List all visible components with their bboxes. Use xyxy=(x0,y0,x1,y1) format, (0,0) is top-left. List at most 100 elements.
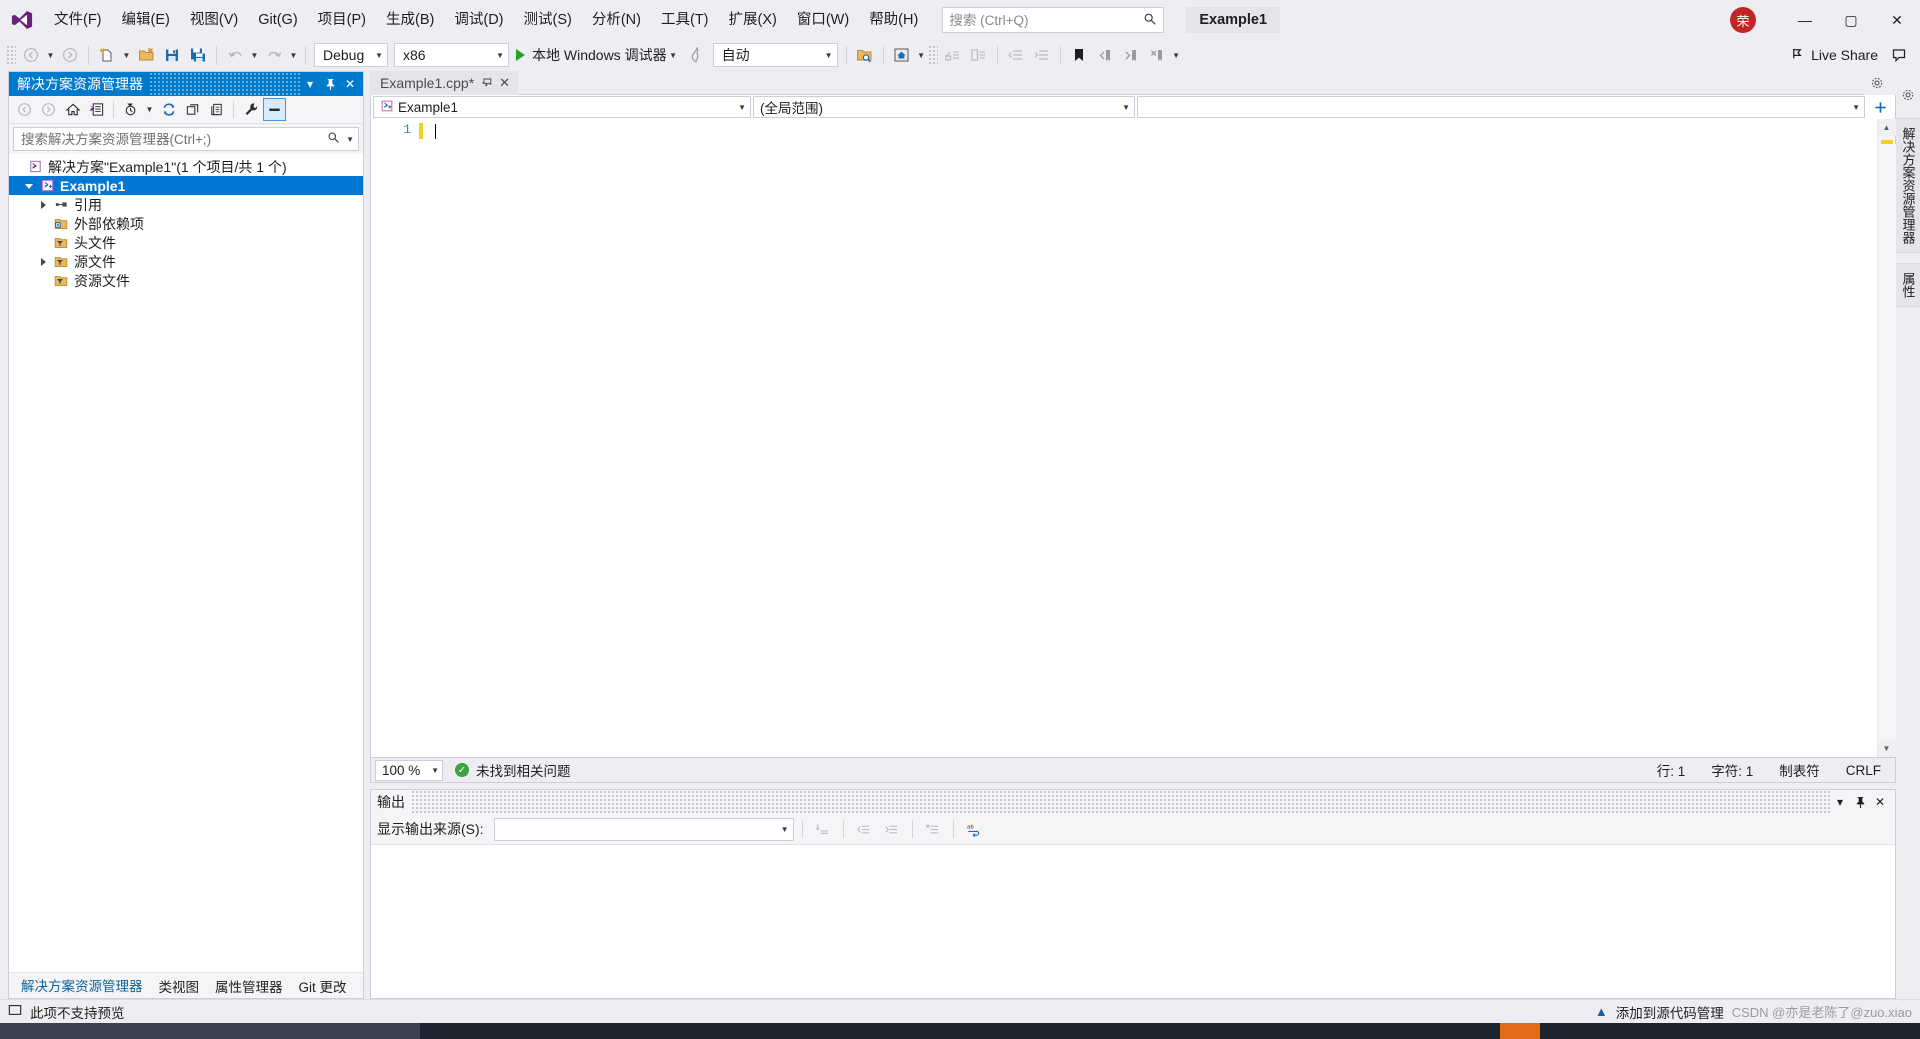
filter-chevron-down-icon[interactable]: ▼ xyxy=(143,97,156,123)
solution-configuration-combo[interactable]: Debug ▼ xyxy=(314,43,388,67)
tree-item-source-files[interactable]: 源文件 xyxy=(9,252,363,271)
properties-wrench-icon[interactable] xyxy=(239,98,262,121)
panel-drag-dots[interactable] xyxy=(411,790,1831,814)
expander-collapsed-icon[interactable] xyxy=(35,257,51,266)
back-history-chevron-down-icon[interactable]: ▼ xyxy=(44,42,57,68)
tree-item-project-example1[interactable]: Example1 xyxy=(9,176,363,195)
navbar-scope-combo[interactable]: (全局范围) ▼ xyxy=(753,96,1135,118)
start-debugging-button[interactable]: 本地 Windows 调试器 ▼ xyxy=(512,42,684,68)
source-control-text[interactable]: 添加到源代码管理 xyxy=(1616,1002,1724,1022)
back-icon[interactable] xyxy=(13,98,36,121)
scroll-up-arrow-icon[interactable]: ▲ xyxy=(1877,119,1896,136)
line-ending-indicator[interactable]: CRLF xyxy=(1846,763,1881,778)
bookmark-icon[interactable] xyxy=(1066,42,1092,68)
output-source-combo[interactable]: ▼ xyxy=(493,817,794,841)
panel-pin-icon[interactable] xyxy=(321,74,339,94)
menu-item-extensions[interactable]: 扩展(X) xyxy=(719,0,787,40)
save-all-icon[interactable] xyxy=(185,42,211,68)
add-icon[interactable] xyxy=(1867,94,1893,120)
menu-item-window[interactable]: 窗口(W) xyxy=(787,0,859,40)
home-icon[interactable] xyxy=(61,98,84,121)
previous-message-icon[interactable] xyxy=(852,817,876,841)
uncomment-selection-icon[interactable] xyxy=(966,42,992,68)
tab-class-view[interactable]: 类视图 xyxy=(151,972,208,1000)
refresh-icon[interactable] xyxy=(157,98,180,121)
scrollbar-track[interactable] xyxy=(1877,144,1896,740)
menu-item-help[interactable]: 帮助(H) xyxy=(859,0,928,40)
live-share-button[interactable]: Live Share xyxy=(1782,43,1886,67)
search-options-chevron-down-icon[interactable]: ▼ xyxy=(340,135,354,144)
editor-tab-example1-cpp[interactable]: Example1.cpp* ✕ xyxy=(370,71,519,95)
menu-item-debug[interactable]: 调试(D) xyxy=(444,0,513,40)
solution-platform-combo[interactable]: x86 ▼ xyxy=(394,43,509,67)
tab-property-manager[interactable]: 属性管理器 xyxy=(207,972,291,1000)
find-in-files-icon[interactable] xyxy=(852,42,878,68)
clear-all-icon[interactable] xyxy=(921,817,945,841)
menu-item-view[interactable]: 视图(V) xyxy=(180,0,248,40)
comment-selection-icon[interactable] xyxy=(940,42,966,68)
open-folder-icon[interactable] xyxy=(133,42,159,68)
solution-view-icon[interactable] xyxy=(85,98,108,121)
arrow-forward-icon[interactable] xyxy=(57,42,83,68)
forward-icon[interactable] xyxy=(37,98,60,121)
next-bookmark-icon[interactable] xyxy=(1118,42,1144,68)
menu-item-tools[interactable]: 工具(T) xyxy=(651,0,719,40)
output-text-area[interactable] xyxy=(371,844,1895,998)
solution-explorer-search-input[interactable] xyxy=(21,131,328,147)
toolbar-grip[interactable] xyxy=(927,45,938,65)
solution-home-chevron-down-icon[interactable]: ▼ xyxy=(915,42,928,68)
word-wrap-icon[interactable]: ab xyxy=(962,817,986,841)
pending-changes-filter-icon[interactable] xyxy=(119,98,142,121)
code-line[interactable] xyxy=(419,122,1877,140)
search-input[interactable] xyxy=(949,12,1144,28)
close-button[interactable]: ✕ xyxy=(1874,0,1920,40)
save-icon[interactable] xyxy=(159,42,185,68)
next-message-icon[interactable] xyxy=(880,817,904,841)
new-file-chevron-down-icon[interactable]: ▼ xyxy=(120,42,133,68)
tree-item-resource-files[interactable]: 资源文件 xyxy=(9,271,363,290)
expander-collapsed-icon[interactable] xyxy=(35,200,51,209)
solution-home-icon[interactable] xyxy=(889,42,915,68)
tree-item-external-dependencies[interactable]: 外部依赖项 xyxy=(9,214,363,233)
indent-mode-indicator[interactable]: 制表符 xyxy=(1779,760,1820,780)
menu-item-file[interactable]: 文件(F) xyxy=(44,0,112,40)
start-debugging-chevron-down-icon[interactable]: ▼ xyxy=(667,42,680,68)
tree-item-references[interactable]: 引用 xyxy=(9,195,363,214)
solution-explorer-search[interactable]: ▼ xyxy=(13,127,359,151)
menu-item-project[interactable]: 项目(P) xyxy=(308,0,376,40)
go-to-message-icon[interactable] xyxy=(811,817,835,841)
menu-item-git[interactable]: Git(G) xyxy=(248,0,307,40)
minimize-button[interactable]: — xyxy=(1782,0,1828,40)
clear-bookmarks-icon[interactable] xyxy=(1144,42,1170,68)
maximize-button[interactable]: ▢ xyxy=(1828,0,1874,40)
scroll-down-arrow-icon[interactable]: ▼ xyxy=(1877,740,1896,757)
undo-chevron-down-icon[interactable]: ▼ xyxy=(248,42,261,68)
add-to-source-control-icon[interactable]: ▲ xyxy=(1595,1004,1608,1019)
dock-tab-solution-explorer[interactable]: 解决方案资源管理器 xyxy=(1893,118,1920,253)
tab-git-changes[interactable]: Git 更改 xyxy=(291,972,355,1000)
menu-item-analyze[interactable]: 分析(N) xyxy=(582,0,651,40)
collapse-all-icon[interactable] xyxy=(181,98,204,121)
code-text-area[interactable] xyxy=(419,119,1877,757)
toolbar-overflow-icon[interactable]: ▼ xyxy=(1170,42,1183,68)
tree-item-solution[interactable]: 解决方案"Example1"(1 个项目/共 1 个) xyxy=(9,157,363,176)
new-file-icon[interactable] xyxy=(94,42,120,68)
menu-item-edit[interactable]: 编辑(E) xyxy=(112,0,180,40)
menu-item-test[interactable]: 测试(S) xyxy=(514,0,582,40)
redo-icon[interactable] xyxy=(261,42,287,68)
code-editor[interactable]: 1 ▲ ▼ xyxy=(370,119,1896,758)
preview-selected-items-icon[interactable] xyxy=(263,98,286,121)
gear-icon[interactable] xyxy=(1864,70,1890,96)
toolbar-grip[interactable] xyxy=(6,45,16,65)
solution-tree[interactable]: 解决方案"Example1"(1 个项目/共 1 个) Example1 引用 … xyxy=(9,154,363,972)
undo-icon[interactable] xyxy=(222,42,248,68)
tab-solution-explorer[interactable]: 解决方案资源管理器 xyxy=(13,971,151,1001)
navbar-member-combo[interactable]: ▼ xyxy=(1137,96,1865,118)
gear-icon[interactable] xyxy=(1895,82,1920,108)
account-avatar[interactable]: 荣 xyxy=(1730,7,1756,33)
process-combo[interactable]: 自动 ▼ xyxy=(712,43,838,67)
quick-launch-search[interactable] xyxy=(942,7,1165,33)
arrow-back-icon[interactable] xyxy=(18,42,44,68)
redo-chevron-down-icon[interactable]: ▼ xyxy=(287,42,300,68)
previous-bookmark-icon[interactable] xyxy=(1092,42,1118,68)
